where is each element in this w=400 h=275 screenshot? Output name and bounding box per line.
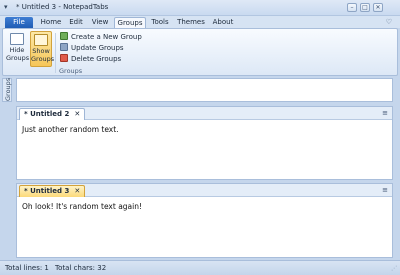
delete-groups-icon xyxy=(60,54,68,62)
groups-side-panel[interactable]: Groups xyxy=(2,78,12,102)
close-button[interactable]: ✕ xyxy=(373,3,383,12)
document-tab-active[interactable]: * Untitled 3 ✕ xyxy=(19,185,86,197)
tab-home[interactable]: Home xyxy=(38,17,64,28)
delete-groups-button[interactable]: Delete Groups xyxy=(60,54,121,64)
pane-menu-icon[interactable]: ≡ xyxy=(382,186,388,194)
tab-view[interactable]: View xyxy=(89,17,111,28)
pane-header: * Untitled 2 ✕ ≡ xyxy=(17,107,392,120)
quick-access-icon[interactable]: ▾ xyxy=(4,3,12,12)
create-group-label: Create a New Group xyxy=(71,33,142,41)
show-groups-label: Show xyxy=(32,47,50,55)
total-chars-status: Total chars: 32 xyxy=(55,264,107,272)
hide-groups-label: Hide xyxy=(9,46,25,54)
create-group-button[interactable]: Create a New Group xyxy=(60,32,142,42)
document-pane-active: * Untitled 3 ✕ ≡ Oh look! It's random tex… xyxy=(16,183,393,258)
hide-groups-button[interactable]: Hide Groups xyxy=(6,31,30,67)
create-group-icon xyxy=(60,32,68,40)
title-bar: ▾ * Untitled 3 - NotepadTabs – □ ✕ xyxy=(0,0,400,16)
update-groups-label: Update Groups xyxy=(71,44,124,52)
minimize-button[interactable]: – xyxy=(347,3,357,12)
update-groups-button[interactable]: Update Groups xyxy=(60,43,124,53)
maximize-button[interactable]: □ xyxy=(360,3,370,12)
document-pane: * Untitled 2 ✕ ≡ Just another random text… xyxy=(16,106,393,180)
update-groups-icon xyxy=(60,43,68,51)
document-text[interactable]: Just another random text. xyxy=(22,125,119,134)
close-tab-icon[interactable]: ✕ xyxy=(74,110,80,118)
show-groups-label-2: Groups xyxy=(31,55,55,63)
tab-tools[interactable]: Tools xyxy=(148,17,172,28)
show-groups-button[interactable]: Show Groups xyxy=(30,31,55,67)
ribbon-panel: Hide Groups Show Groups Create a New Gro… xyxy=(2,28,398,76)
tab-file[interactable]: File xyxy=(5,17,33,28)
close-tab-icon[interactable]: ✕ xyxy=(74,187,80,195)
ribbon-minimize-icon[interactable]: ♡ xyxy=(386,18,392,26)
tab-themes[interactable]: Themes xyxy=(176,17,206,28)
document-tab[interactable]: * Untitled 2 ✕ xyxy=(19,108,86,120)
document-tab-label: * Untitled 3 xyxy=(24,187,70,195)
hide-groups-label-2: Groups xyxy=(6,54,30,62)
ribbon-separator xyxy=(55,33,56,73)
pane-menu-icon[interactable]: ≡ xyxy=(382,109,388,117)
document-tab-label: * Untitled 2 xyxy=(24,110,70,118)
delete-groups-label: Delete Groups xyxy=(71,55,122,63)
resize-grip-icon[interactable]: ⋰ xyxy=(391,265,397,272)
tab-about[interactable]: About xyxy=(210,17,236,28)
status-bar: Total lines: 1 Total chars: 32 ⋰ xyxy=(0,260,400,275)
pane-header: * Untitled 3 ✕ ≡ xyxy=(17,184,392,197)
show-groups-icon xyxy=(34,34,48,46)
window-title: * Untitled 3 - NotepadTabs xyxy=(16,3,109,11)
hide-groups-icon xyxy=(10,33,24,45)
total-lines-status: Total lines: 1 xyxy=(5,264,49,272)
tab-edit[interactable]: Edit xyxy=(66,17,86,28)
ribbon-group-label: Groups xyxy=(59,67,83,75)
document-text[interactable]: Oh look! It's random text again! xyxy=(22,202,142,211)
tab-groups[interactable]: Groups xyxy=(114,17,146,28)
groups-side-label: Groups xyxy=(4,77,12,101)
document-area-top[interactable] xyxy=(16,78,393,102)
